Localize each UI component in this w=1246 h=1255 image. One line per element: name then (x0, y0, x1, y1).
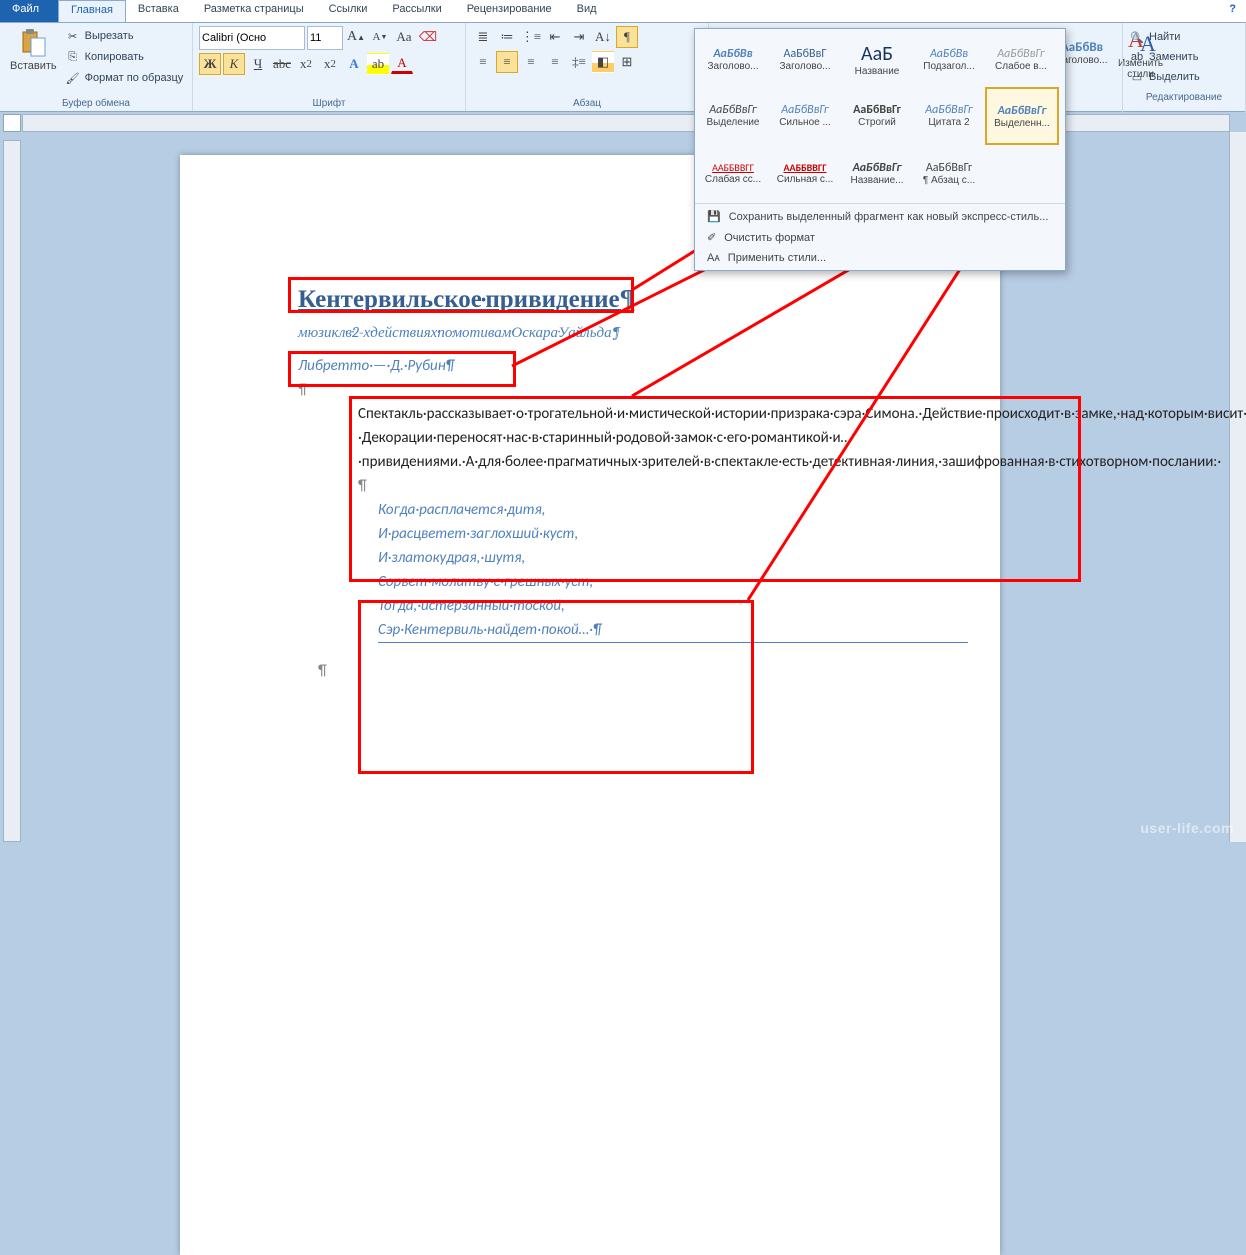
grow-font-button[interactable]: A▲ (345, 26, 367, 48)
font-color-button[interactable]: A (391, 53, 413, 74)
style-cell[interactable]: АаБбВвЗаголово... (697, 31, 769, 87)
ruler-toggle[interactable] (3, 114, 21, 132)
change-case-button[interactable]: Aa (393, 26, 415, 48)
document-body[interactable]: Кентервильское·привидение¶ мюзикл·в·2-х·… (298, 280, 978, 683)
style-cell[interactable]: АаБНазвание (841, 31, 913, 87)
style-cell[interactable]: АаБбВвГгСтрогий (841, 87, 913, 143)
highlight-button[interactable]: ab (367, 53, 389, 75)
scissors-icon: ✂ (65, 28, 81, 44)
underline-button[interactable]: Ч (247, 53, 269, 75)
tab-insert[interactable]: Вставка (126, 0, 192, 22)
tab-references[interactable]: Ссылки (317, 0, 381, 22)
apply-icon: Aᴀ (707, 252, 720, 264)
group-paragraph: ≣ ≔ ⋮≡ ⇤ ⇥ A↓ ¶ ≡ ≡ ≡ ≡ ‡≡ ◧ ⊞ Абзац (466, 23, 709, 111)
tab-layout[interactable]: Разметка страницы (192, 0, 317, 22)
decrease-indent-button[interactable]: ⇤ (544, 26, 566, 48)
brush-icon: 🖌 (65, 70, 81, 86)
tab-view[interactable]: Вид (565, 0, 610, 22)
style-cell[interactable]: АаБбВвГгНазвание... (841, 145, 913, 201)
style-cell[interactable]: АаБбВвГг¶ Абзац с... (913, 145, 985, 201)
doc-libretto[interactable]: Либретто·—·Д.·Рубин¶ (298, 354, 978, 378)
bold-button[interactable]: Ж (199, 53, 221, 75)
style-cell[interactable]: ААББВВГГСлабая сс... (697, 145, 769, 201)
pilcrow: ¶ (298, 659, 978, 683)
paragraph-group-label: Абзац (472, 97, 702, 109)
save-as-quick-style[interactable]: 💾Сохранить выделенный фрагмент как новый… (695, 206, 1065, 227)
tab-mailings[interactable]: Рассылки (380, 0, 454, 22)
pilcrow: ¶ (298, 474, 978, 498)
select-button[interactable]: ▭Выделить (1129, 67, 1239, 87)
style-cell[interactable]: АаБбВвГгСильное ... (769, 87, 841, 143)
show-marks-button[interactable]: ¶ (616, 26, 638, 48)
cut-button[interactable]: ✂Вырезать (65, 26, 184, 46)
group-clipboard: Вставить ✂Вырезать ⎘Копировать 🖌Формат п… (0, 23, 193, 111)
help-icon[interactable]: ? (1219, 0, 1246, 22)
style-cell[interactable]: ААББВВГГСильная с... (769, 145, 841, 201)
align-right-button[interactable]: ≡ (520, 51, 542, 73)
copy-icon: ⎘ (65, 49, 81, 65)
sort-button[interactable]: A↓ (592, 26, 614, 48)
doc-poem[interactable]: Когда·расплачется·дитя, И·расцветет·загл… (298, 498, 978, 643)
editing-group-label: Редактирование (1129, 91, 1239, 103)
style-cell[interactable]: АаБбВвГгВыделение (697, 87, 769, 143)
pilcrow: ¶ (298, 378, 978, 402)
justify-button[interactable]: ≡ (544, 51, 566, 73)
shrink-font-button[interactable]: A▼ (369, 26, 391, 48)
tab-review[interactable]: Рецензирование (455, 0, 565, 22)
italic-button[interactable]: К (223, 53, 245, 75)
shading-button[interactable]: ◧ (592, 51, 614, 73)
vertical-scrollbar[interactable] (1229, 132, 1246, 842)
style-cell[interactable]: АаБбВвГгЦитата 2 (913, 87, 985, 143)
clear-formatting[interactable]: ✐Очистить формат (695, 227, 1065, 248)
tab-home[interactable]: Главная (58, 0, 126, 22)
replace-button[interactable]: abЗаменить (1129, 47, 1239, 67)
font-group-label: Шрифт (199, 97, 459, 109)
replace-icon: ab (1129, 49, 1145, 65)
format-painter-button[interactable]: 🖌Формат по образцу (65, 68, 184, 88)
borders-button[interactable]: ⊞ (616, 51, 638, 73)
ribbon-tabs: Файл Главная Вставка Разметка страницы С… (0, 0, 1246, 23)
doc-title[interactable]: Кентервильское·привидение¶ (298, 280, 978, 320)
find-button[interactable]: 🔍Найти (1129, 27, 1239, 47)
superscript-button[interactable]: x2 (319, 53, 341, 75)
font-name-select[interactable] (199, 26, 305, 50)
font-size-select[interactable] (307, 26, 343, 50)
group-font: A▲ A▼ Aa ⌫ Ж К Ч abc x2 x2 A ab A Шрифт (193, 23, 466, 111)
numbering-button[interactable]: ≔ (496, 26, 518, 48)
clear-format-button[interactable]: ⌫ (417, 26, 439, 48)
copy-button[interactable]: ⎘Копировать (65, 47, 184, 67)
strike-button[interactable]: abc (271, 53, 293, 75)
paste-button[interactable]: Вставить (6, 26, 61, 74)
increase-indent-button[interactable]: ⇥ (568, 26, 590, 48)
apply-styles[interactable]: AᴀПрименить стили... (695, 248, 1065, 268)
paste-label: Вставить (10, 60, 57, 72)
text-effects-button[interactable]: A (343, 53, 365, 75)
style-cell[interactable]: АаБбВвГгСлабое в... (985, 31, 1057, 87)
style-cell[interactable]: АаБбВвГЗаголово... (769, 31, 841, 87)
subscript-button[interactable]: x2 (295, 53, 317, 75)
tab-file[interactable]: Файл (0, 0, 58, 22)
line-spacing-button[interactable]: ‡≡ (568, 51, 590, 73)
watermark: user-life.com (1140, 820, 1234, 836)
save-icon: 💾 (707, 210, 721, 223)
document-page[interactable]: Кентервильское·привидение¶ мюзикл·в·2-х·… (180, 155, 1000, 1255)
vertical-ruler[interactable] (3, 140, 21, 842)
group-editing: 🔍Найти abЗаменить ▭Выделить Редактирован… (1122, 23, 1246, 113)
style-cell[interactable]: АаБбВвГгВыделенн... (985, 87, 1059, 145)
find-icon: 🔍 (1129, 29, 1145, 45)
styles-gallery-popup: АаБбВвЗаголово...АаБбВвГЗаголово...АаБНа… (694, 28, 1066, 271)
align-left-button[interactable]: ≡ (472, 51, 494, 73)
clipboard-group-label: Буфер обмена (6, 97, 186, 109)
doc-subtitle[interactable]: мюзикл·в·2-х·действиях·по·мотивам·Оскара… (298, 320, 978, 344)
style-cell[interactable]: АаБбВвПодзагол... (913, 31, 985, 87)
doc-paragraph[interactable]: Спектакль·рассказывает·о·трогательной·и·… (298, 402, 978, 474)
multilevel-button[interactable]: ⋮≡ (520, 26, 542, 48)
eraser-icon: ✐ (707, 231, 716, 244)
bullets-button[interactable]: ≣ (472, 26, 494, 48)
align-center-button[interactable]: ≡ (496, 51, 518, 73)
select-icon: ▭ (1129, 69, 1145, 85)
paste-icon (18, 28, 48, 58)
